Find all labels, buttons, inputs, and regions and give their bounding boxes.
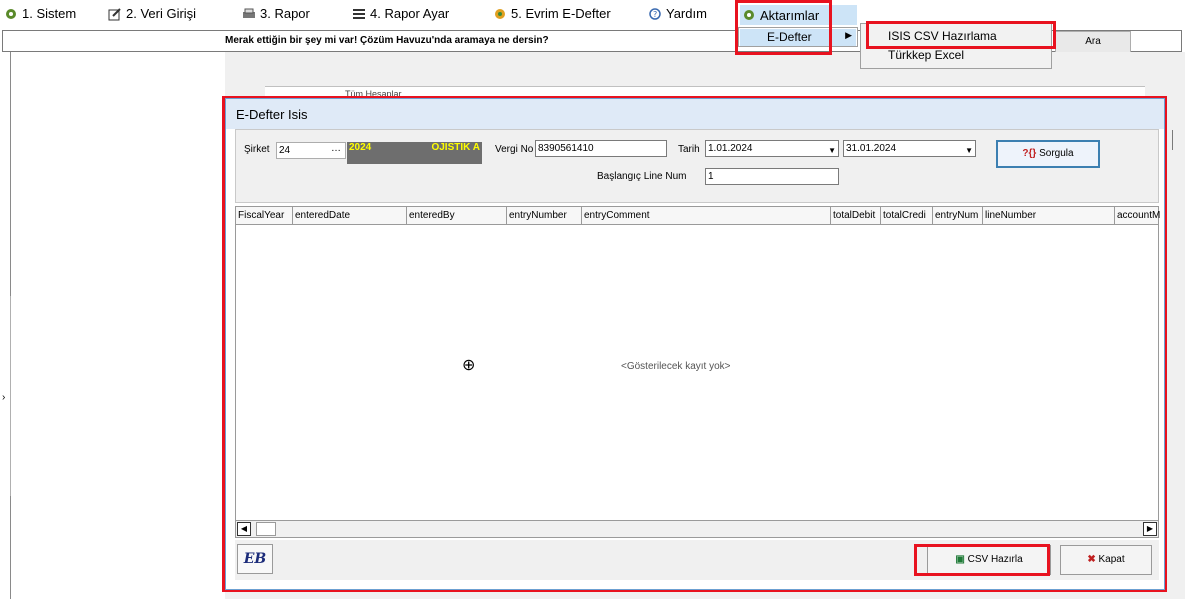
menu-rapor-label: 3. Rapor [260,6,310,21]
filter-form: Şirket 24 … 2024 OJISTIK A Vergi No 8390… [235,129,1159,203]
svg-text:?: ? [653,10,657,19]
query-button[interactable]: ?{} Sorgula [996,140,1100,168]
company-code-field[interactable]: 24 … [276,142,346,159]
column-header[interactable]: accountM [1115,207,1160,224]
menu-evrim-edefter-label: 5. Evrim E-Defter [511,6,611,21]
menu-rapor-ayar[interactable]: 4. Rapor Ayar [352,6,449,21]
close-button[interactable]: ✖ Kapat [1060,545,1152,575]
printer-icon [243,8,255,18]
date-to-value: 31.01.2024 [846,143,897,154]
scroll-right-icon[interactable]: ▶ [1143,522,1157,536]
eb-logo-button[interactable]: EB [237,544,273,574]
query-button-label: Sorgula [1039,148,1074,159]
column-header[interactable]: totalDebit [831,207,881,224]
company-name: OJISTIK A [431,142,480,153]
window-title-bar: E-Defter Isis [226,99,1164,129]
edefter-isis-window: E-Defter Isis Şirket 24 … 2024 OJISTIK A… [225,98,1165,590]
date-from-combo[interactable]: 1.01.2024 ▼ [705,140,839,157]
highlight-csv-button [914,544,1050,576]
evrim-icon [495,8,505,19]
data-grid[interactable]: FiscalYear enteredDate enteredBy entryNu… [235,206,1160,538]
date-to-combo[interactable]: 31.01.2024 ▼ [843,140,976,157]
menu-rapor-ayar-label: 4. Rapor Ayar [370,6,450,21]
expand-arrow-icon[interactable]: › [2,392,5,403]
column-header[interactable]: FiscalYear [236,207,293,224]
line-num-field[interactable]: 1 [705,168,839,185]
gear-icon [6,8,16,19]
edit-icon [108,7,121,20]
menu-yardim[interactable]: ? Yardım [648,6,707,21]
company-year: 2024 [349,142,372,153]
column-header[interactable]: enteredBy [407,207,507,224]
zoom-cursor-icon: ⊕ [462,357,476,374]
column-header[interactable]: totalCredi [881,207,933,224]
column-header[interactable]: entryNumber [507,207,582,224]
horizontal-scrollbar[interactable]: ◀ ▶ [235,520,1159,538]
search-hint: Merak ettiğin bir şey mi var! Çözüm Havu… [225,35,549,46]
date-label: Tarih [678,144,700,155]
column-header[interactable]: entryNum [933,207,983,224]
tax-label: Vergi No [495,144,534,155]
highlight-aktarimlar [735,0,832,55]
report-settings-icon [353,8,365,19]
menu-sistem[interactable]: 1. Sistem [4,6,76,21]
chevron-down-icon[interactable]: ▼ [828,143,836,158]
menu-yardim-label: Yardım [666,6,707,21]
menu-veri-girisi[interactable]: 2. Veri Girişi [108,6,196,21]
company-code-value: 24 [279,145,291,156]
column-header[interactable]: enteredDate [293,207,407,224]
column-header[interactable]: lineNumber [983,207,1115,224]
menu-evrim-edefter[interactable]: 5. Evrim E-Defter [493,6,611,21]
close-icon: ✖ [1087,554,1096,565]
empty-grid-message: <Gösterilecek kayıt yok> [621,361,731,372]
highlight-isis-csv [866,21,1056,49]
scroll-left-icon[interactable]: ◀ [237,522,251,536]
window-title: E-Defter Isis [236,107,308,122]
menu-sistem-label: 1. Sistem [22,6,77,21]
date-from-value: 1.01.2024 [708,143,753,154]
submenu-arrow-icon: ▶ [845,30,852,40]
company-name-box: 2024 OJISTIK A [347,142,482,164]
search-button[interactable]: Ara [1055,31,1131,53]
company-label: Şirket [244,144,270,155]
menu-item-turkkep-excel[interactable]: Türkkep Excel [888,48,964,62]
chevron-down-icon[interactable]: ▼ [965,143,973,158]
close-button-label: Kapat [1098,554,1125,565]
grid-header: FiscalYear enteredDate enteredBy entryNu… [236,207,1160,225]
menu-veri-girisi-label: 2. Veri Girişi [126,6,197,21]
browse-ellipsis-icon[interactable]: … [331,141,341,156]
menu-rapor[interactable]: 3. Rapor [242,6,310,21]
scroll-thumb[interactable] [256,522,276,536]
tax-number-field[interactable]: 8390561410 [535,140,667,157]
line-num-label: Başlangıç Line Num [597,171,687,182]
help-icon: ? [649,7,661,20]
query-icon: ?{} [1022,148,1037,159]
column-header[interactable]: entryComment [582,207,831,224]
